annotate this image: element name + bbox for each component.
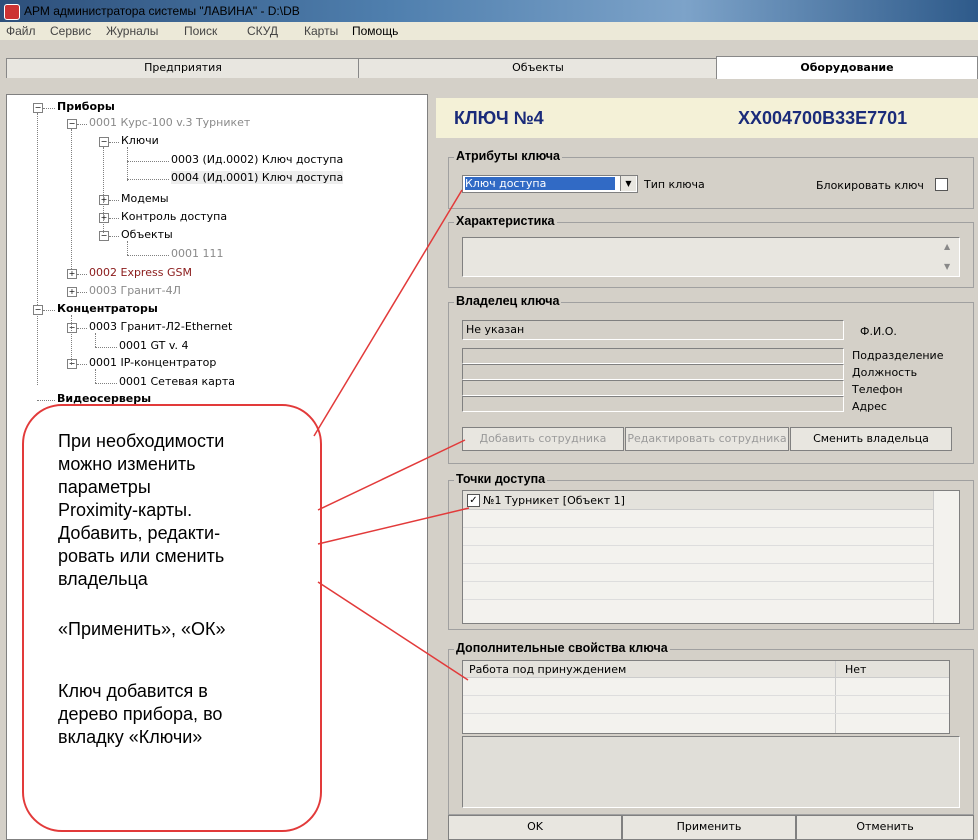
pointer-line	[313, 189, 463, 437]
pointer-line	[317, 581, 469, 681]
callout-pointer-lines	[313, 189, 470, 681]
pointer-line	[317, 507, 470, 545]
pointer-line	[317, 439, 466, 511]
